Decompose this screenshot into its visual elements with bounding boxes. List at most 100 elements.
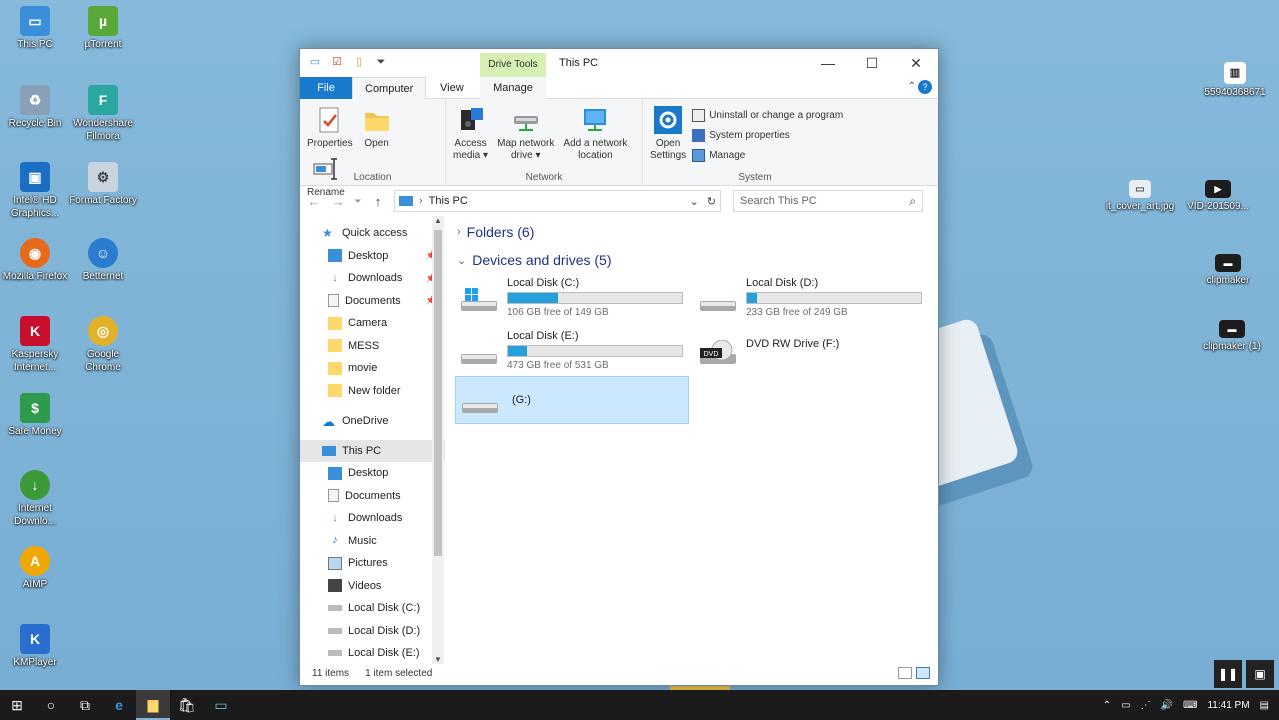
nav-item-pc-documents[interactable]: Documents	[300, 485, 445, 508]
scrollbar-thumb[interactable]	[434, 230, 442, 556]
nav-item-videos[interactable]: Videos	[300, 575, 445, 598]
address-bar[interactable]: › This PC ⌄ ↻	[394, 190, 721, 212]
minimize-button[interactable]: —	[806, 49, 850, 77]
tab-computer[interactable]: Computer	[352, 77, 427, 100]
drive-tile-c[interactable]: Local Disk (C:) 106 GB free of 149 GB	[455, 275, 689, 323]
desktop-icon-chrome[interactable]: ◎ Google Chrome	[68, 316, 138, 374]
nav-item-local-disk-c[interactable]: Local Disk (C:)	[300, 597, 445, 620]
this-pc-small-icon[interactable]: ▭	[308, 55, 322, 69]
open-button[interactable]: Open	[359, 103, 395, 152]
start-button[interactable]: ⊞	[0, 690, 34, 720]
nav-item-music[interactable]: ♪ Music	[300, 530, 445, 553]
open-settings-button[interactable]: Open Settings	[647, 103, 689, 164]
action-center-icon[interactable]: ▤	[1260, 700, 1269, 711]
nav-item-quick-access[interactable]: ★ Quick access	[300, 222, 445, 245]
maximize-button[interactable]: ☐	[850, 49, 894, 77]
search-button[interactable]: ○	[34, 690, 68, 720]
nav-item-desktop[interactable]: Desktop📌	[300, 245, 445, 268]
file-explorer-window[interactable]: ▭ ☑ ▯ ⏷ Drive Tools This PC — ☐ ✕ File C…	[299, 48, 939, 686]
desktop-icon-filmora[interactable]: F Wondershare Filmora	[68, 85, 138, 143]
desktop-icon-safe-money[interactable]: $ Safe Money	[0, 393, 70, 438]
title-bar[interactable]: ▭ ☑ ▯ ⏷ Drive Tools This PC — ☐ ✕	[300, 49, 938, 77]
desktop-icon-video-file[interactable]: ▶ VID-201509...	[1183, 180, 1253, 213]
nav-item-local-disk-d[interactable]: Local Disk (D:)	[300, 620, 445, 643]
desktop-icon-intel[interactable]: ▣ Intel® HD Graphics...	[0, 162, 70, 220]
properties-small-icon[interactable]: ☑	[330, 55, 344, 69]
new-folder-small-icon[interactable]: ▯	[352, 55, 366, 69]
up-arrow-icon[interactable]: ↑	[370, 194, 386, 209]
drive-tile-g[interactable]: (G:)	[455, 376, 689, 424]
desktop-icon-kaspersky[interactable]: K Kaspersky Internet...	[0, 316, 70, 374]
refresh-icon[interactable]: ↻	[707, 195, 716, 208]
network-icon[interactable]: ⋰	[1141, 700, 1151, 711]
edge-button[interactable]: e	[102, 690, 136, 720]
scroll-up-arrow-icon[interactable]: ▲	[432, 216, 444, 225]
access-media-button[interactable]: Access media ▾	[450, 103, 491, 164]
details-view-icon[interactable]	[898, 667, 912, 679]
system-properties-button[interactable]: System properties	[692, 125, 843, 145]
tab-view[interactable]: View	[428, 77, 476, 99]
folders-section-header[interactable]: › Folders (6)	[457, 224, 534, 240]
nav-label: movie	[348, 362, 378, 375]
address-dropdown-icon[interactable]: ⌄	[690, 195, 699, 208]
battery-icon[interactable]: ▭	[1121, 700, 1130, 711]
desktop-icon-utorrent[interactable]: µ µTorrent	[68, 6, 138, 51]
nav-item-documents[interactable]: Documents📌	[300, 290, 445, 313]
customize-chevron-icon[interactable]: ⏷	[374, 55, 388, 69]
pause-icon[interactable]: ❚❚	[1214, 660, 1242, 688]
nav-item-this-pc[interactable]: This PC	[300, 439, 445, 462]
nav-item-pc-downloads[interactable]: ↓ Downloads	[300, 507, 445, 530]
devices-section-header[interactable]: ⌄ Devices and drives (5)	[457, 252, 612, 268]
desktop-icon-this-pc[interactable]: ▭ This PC	[0, 6, 70, 51]
task-view-button[interactable]: ⧉	[68, 690, 102, 720]
nav-item-pc-desktop[interactable]: Desktop	[300, 462, 445, 485]
add-network-location-button[interactable]: Add a network location	[560, 103, 630, 164]
navigation-pane[interactable]: ★Quick access Desktop📌 ↓Downloads📌 Docum…	[300, 216, 445, 664]
nav-item-pictures[interactable]: Pictures	[300, 552, 445, 575]
nav-item-camera[interactable]: Camera	[300, 312, 445, 335]
nav-item-downloads[interactable]: ↓Downloads📌	[300, 267, 445, 290]
collapse-ribbon-icon[interactable]: ⌃	[908, 81, 916, 92]
desktop-icon-recycle-bin[interactable]: ♻ Recycle Bin	[0, 85, 70, 130]
desktop-icon-kmplayer[interactable]: K KMPlayer	[0, 624, 70, 669]
store-button[interactable]: 🛍	[170, 690, 204, 720]
drive-tile-d[interactable]: Local Disk (D:) 233 GB free of 249 GB	[694, 275, 928, 323]
desktop-icon-aimp[interactable]: A AIMP	[0, 546, 70, 591]
large-icons-view-icon[interactable]	[916, 667, 930, 679]
tab-file[interactable]: File	[300, 77, 352, 99]
show-hidden-icons-chevron-icon[interactable]: ⌃	[1103, 700, 1111, 711]
desktop-icon-barcode-file[interactable]: ▥ 55940368671	[1200, 62, 1270, 99]
volume-icon[interactable]: 🔊	[1161, 700, 1173, 711]
uninstall-program-button[interactable]: Uninstall or change a program	[692, 105, 843, 125]
desktop-icon-betternet[interactable]: ☺ Betternet	[68, 238, 138, 283]
nav-item-new-folder[interactable]: New folder	[300, 380, 445, 403]
desktop-icon-firefox[interactable]: ◉ Mozilla Firefox	[0, 238, 70, 283]
desktop-icon-clipmaker-1[interactable]: ▬ clipmaker (1)	[1197, 320, 1267, 353]
screen-icon[interactable]: ▣	[1246, 660, 1274, 688]
close-button[interactable]: ✕	[894, 49, 938, 77]
nav-scrollbar[interactable]: ▲ ▼	[432, 216, 444, 664]
file-list[interactable]: › Folders (6) ⌄ Devices and drives (5) L…	[445, 216, 938, 664]
tab-manage[interactable]: Manage	[480, 77, 546, 99]
desktop-icon-label: AIMP	[22, 579, 48, 590]
file-explorer-taskbar-button[interactable]: ▆	[136, 690, 170, 720]
desktop-icon-cover-art[interactable]: ▭ it_cover_art.jpg	[1105, 180, 1175, 213]
help-icon[interactable]: ?	[918, 80, 932, 94]
drive-tile-e[interactable]: Local Disk (E:) 473 GB free of 531 GB	[455, 328, 689, 376]
drive-tile-f[interactable]: DVD DVD RW Drive (F:)	[694, 328, 928, 376]
search-input[interactable]: Search This PC ⌕	[733, 190, 923, 212]
recent-locations-chevron-icon[interactable]: ⏷	[354, 196, 362, 207]
nav-item-onedrive[interactable]: ☁ OneDrive	[300, 410, 445, 433]
desktop-icon-format-factory[interactable]: ⚙ Format Factory	[68, 162, 138, 207]
desktop-icon-idm[interactable]: ↓ Internet Downlo...	[0, 470, 70, 528]
nav-item-movie[interactable]: movie	[300, 357, 445, 380]
desktop-icon-clipmaker[interactable]: ▬ clipmaker	[1193, 254, 1263, 287]
app-button[interactable]: ▭	[204, 690, 238, 720]
properties-button[interactable]: Properties	[304, 103, 356, 152]
map-network-drive-button[interactable]: Map network drive ▾	[494, 103, 557, 164]
manage-button[interactable]: Manage	[692, 145, 843, 165]
nav-item-mess[interactable]: MESS	[300, 335, 445, 358]
breadcrumb[interactable]: This PC	[429, 195, 468, 207]
keyboard-icon[interactable]: ⌨	[1183, 700, 1197, 711]
clock[interactable]: 11:41 PM	[1207, 700, 1249, 711]
